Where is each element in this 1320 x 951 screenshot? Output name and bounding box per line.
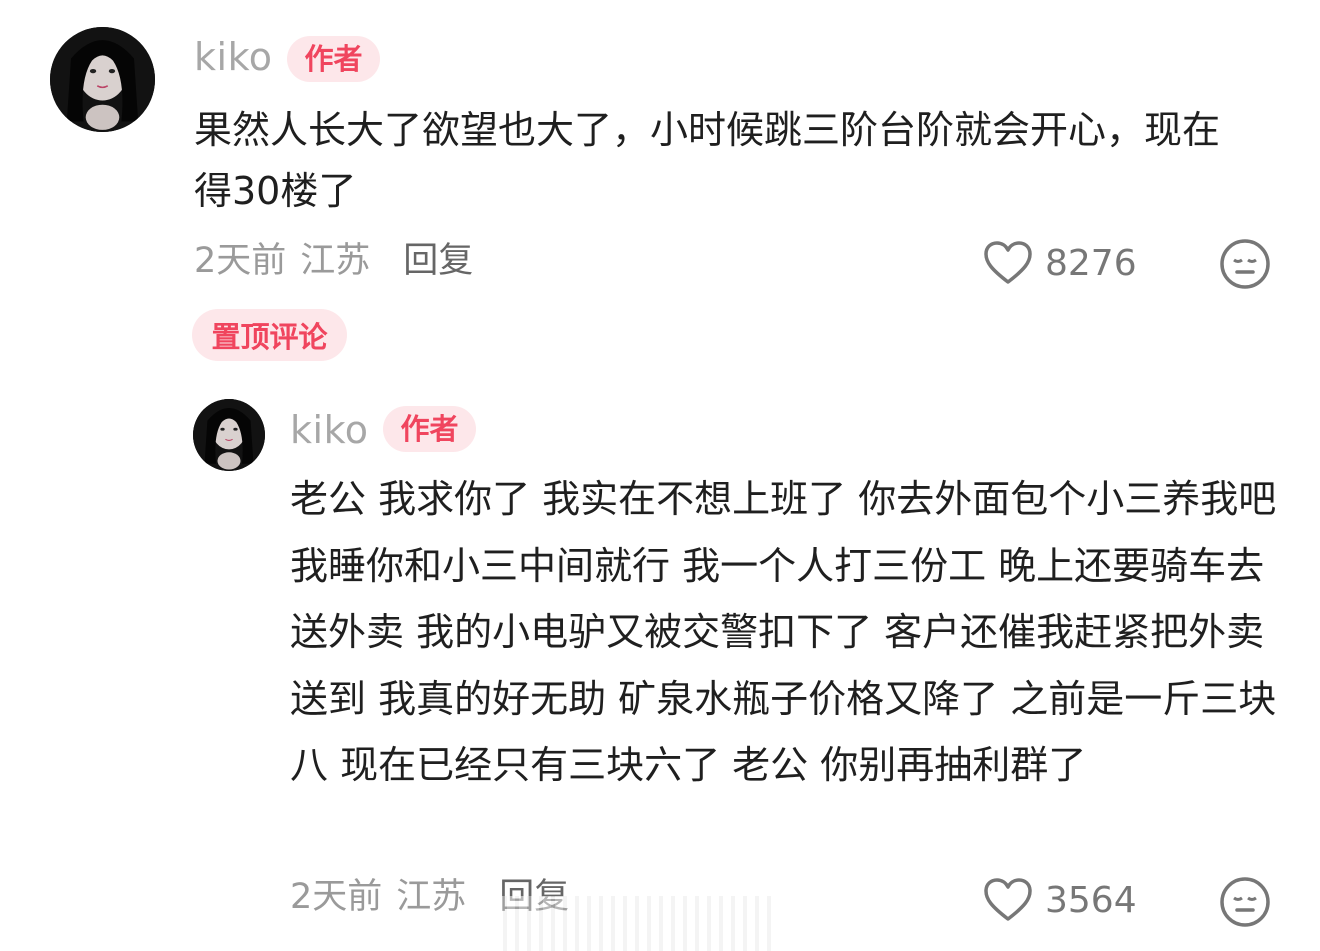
avatar-image [193, 399, 265, 471]
heart-icon [984, 241, 1032, 284]
avatar-image [50, 27, 155, 132]
like-button[interactable]: 8276 [983, 240, 1137, 286]
author-badge: 作者 [383, 406, 476, 452]
comment-time: 2天前 [290, 877, 383, 917]
like-count: 3564 [1045, 879, 1137, 921]
username[interactable]: kiko [290, 411, 368, 449]
heart-icon [984, 878, 1032, 921]
like-count: 8276 [1045, 242, 1137, 284]
username[interactable]: kiko [194, 38, 272, 76]
comment-location: 江苏 [300, 241, 371, 281]
meh-face-icon[interactable] [1219, 238, 1271, 290]
avatar[interactable] [193, 399, 265, 471]
watermark-overlay [495, 896, 775, 951]
like-button[interactable]: 3564 [983, 877, 1137, 923]
meh-face-icon[interactable] [1219, 876, 1271, 928]
comment-location: 江苏 [396, 877, 467, 917]
author-badge: 作者 [287, 36, 380, 82]
comment-meta: 2天前 江苏 回复 [194, 244, 473, 279]
pinned-comment-badge: 置顶评论 [192, 309, 347, 361]
avatar[interactable] [50, 27, 155, 132]
comment-time: 2天前 [194, 241, 287, 281]
comment-text: 果然人长大了欲望也大了，小时候跳三阶台阶就会开心，现在得30楼了 [194, 108, 1221, 213]
comment-text: 老公 我求你了 我实在不想上班了 你去外面包个小三养我吧 我睡你和小三中间就行 … [290, 477, 1289, 787]
reply-button[interactable]: 回复 [403, 244, 473, 279]
